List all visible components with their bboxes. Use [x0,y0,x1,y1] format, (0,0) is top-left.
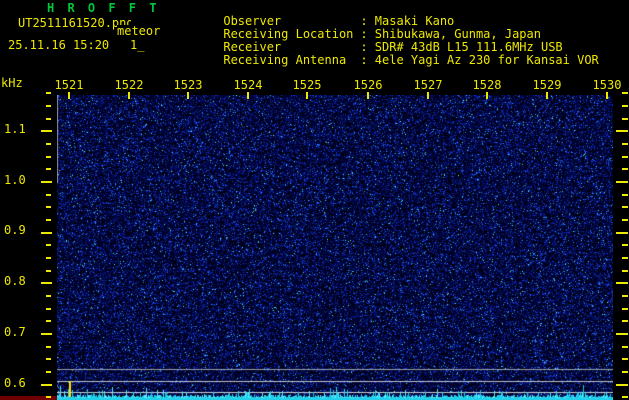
axis-tick [606,92,608,99]
axis-tick [427,92,429,99]
axis-tick [46,156,51,158]
time-axis-label: 1525 [292,78,322,92]
axis-tick [46,244,51,246]
axis-tick [41,181,52,183]
freq-axis-label: 0.7 [4,325,26,339]
axis-tick [616,384,628,386]
axis-tick [546,92,548,99]
time-axis-label: 1522 [114,78,144,92]
freq-axis-label: 1.1 [4,122,26,136]
info-value: : 4ele Yagi Az 230 for Kansai VOR [360,53,599,67]
axis-tick [367,92,369,99]
axis-tick [41,282,52,284]
axis-tick [622,156,628,158]
axis-tick [622,371,628,373]
info-value: : Masaki Kano [360,14,455,28]
axis-tick [46,346,51,348]
axis-tick [41,333,52,335]
axis-tick [46,295,51,297]
axis-tick [41,232,52,234]
time-axis-label: 1523 [173,78,203,92]
axis-tick [622,143,628,145]
axis-tick [46,257,51,259]
info-row-observer: Observer: Masaki Kano [180,2,599,28]
axis-tick [46,396,51,398]
capture-filename: UT2511161520.png [18,17,131,30]
axis-tick [622,308,628,310]
hrofft-window: H R O F F T UT2511161520.png meteor 25.1… [0,0,629,400]
axis-tick [306,92,308,99]
axis-tick [46,219,51,221]
time-axis-label: 1526 [353,78,383,92]
time-axis-label: 1527 [413,78,443,92]
axis-tick [616,282,628,284]
axis-tick [46,168,51,170]
axis-tick [46,92,51,94]
axis-tick [46,308,51,310]
info-value: : Shibukawa, Gunma, Japan [360,27,541,41]
info-label: Receiving Antenna [223,53,347,67]
axis-tick [622,396,628,398]
minute-counter: 1_ [130,38,145,52]
station-info: Observer: Masaki Kano Receiving Location… [180,2,599,67]
axis-tick [187,92,189,99]
axis-tick [68,92,70,99]
axis-tick [247,92,249,99]
axis-tick [616,232,628,234]
capture-datetime: 25.11.16 15:20 [8,38,110,52]
time-axis-label: 1524 [233,78,263,92]
axis-tick [622,194,628,196]
freq-axis-label: 0.8 [4,274,26,288]
observation-mode-label: meteor [117,24,161,38]
axis-tick [622,168,628,170]
freq-axis-unit: kHz [1,76,23,90]
axis-tick [622,320,628,322]
axis-tick [616,333,628,335]
time-axis-label: 1521 [54,78,84,92]
axis-tick [46,320,51,322]
axis-tick [622,358,628,360]
axis-tick [46,358,51,360]
axis-tick [46,105,51,107]
axis-tick [616,181,628,183]
axis-tick [622,244,628,246]
axis-tick [46,118,51,120]
time-axis-label: 1530 [592,78,622,92]
axis-tick [41,384,52,386]
axis-tick [486,92,488,99]
spectrogram-canvas [57,95,613,400]
axis-tick [622,105,628,107]
freq-axis-label: 0.6 [4,376,26,390]
axis-tick [622,295,628,297]
info-value: : SDR# 43dB L15 111.6MHz USB [360,40,563,54]
time-axis-label: 1528 [472,78,502,92]
axis-tick [46,371,51,373]
axis-tick [46,206,51,208]
axis-tick [622,346,628,348]
axis-tick [622,118,628,120]
axis-tick [622,270,628,272]
axis-tick [622,92,628,94]
time-axis-label: 1529 [532,78,562,92]
freq-axis-label: 1.0 [4,173,26,187]
axis-tick [622,257,628,259]
axis-tick [41,130,52,132]
freq-axis-label: 0.9 [4,223,26,237]
axis-tick [622,206,628,208]
app-title: H R O F F T [47,1,160,15]
axis-tick [46,194,51,196]
axis-tick [46,270,51,272]
axis-tick [616,130,628,132]
axis-tick [46,143,51,145]
axis-tick [622,219,628,221]
axis-tick [128,92,130,99]
